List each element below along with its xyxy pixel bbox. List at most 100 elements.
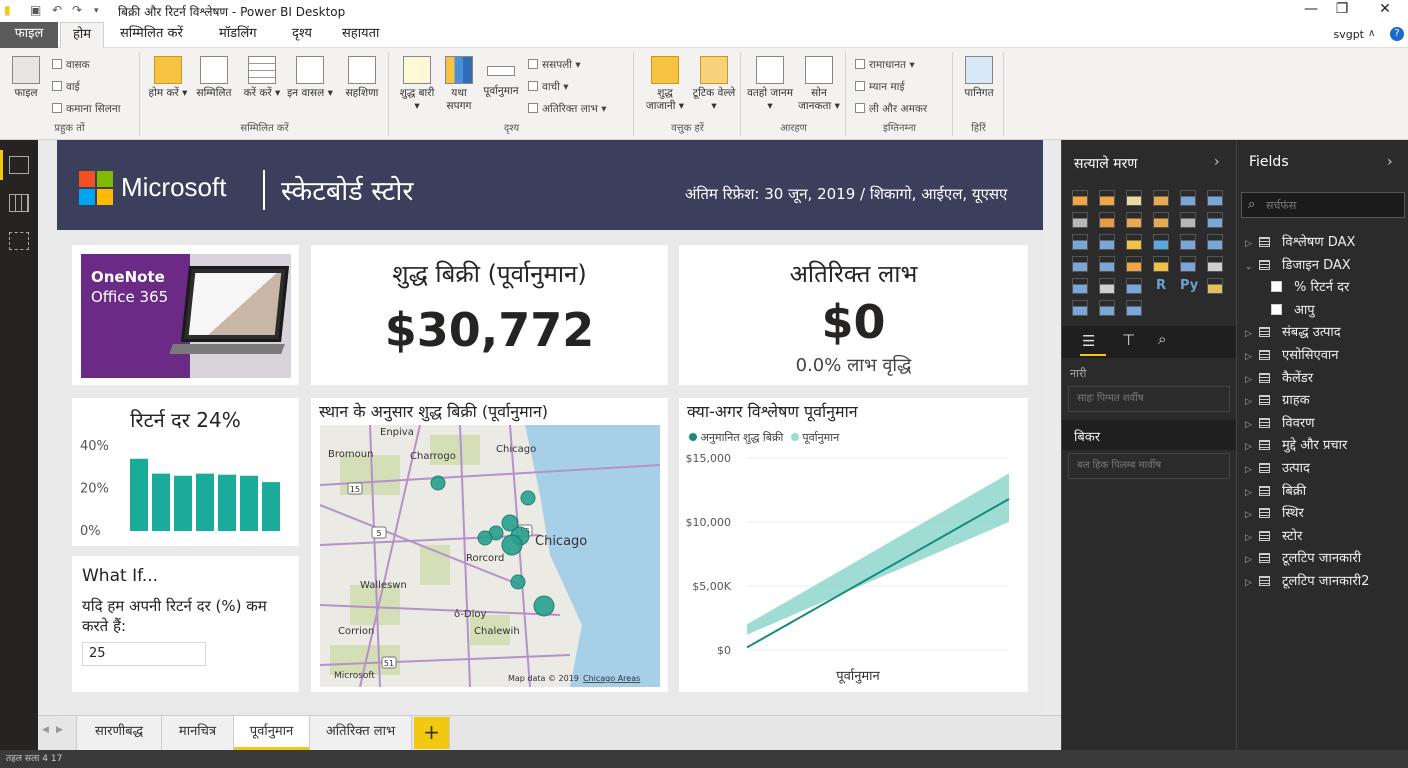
forecast-card[interactable]: क्या-अगर विश्लेषण पूर्वानुमान अनुमानित श… (679, 398, 1028, 692)
visual-type-icon[interactable] (1180, 212, 1196, 228)
get-data-button[interactable]: होम करें ▾ (147, 56, 189, 100)
tab-help[interactable]: सहायता (330, 22, 391, 48)
fields-search-box[interactable]: ⌕ (1241, 192, 1405, 218)
chevron-right-icon[interactable]: ▷ (1245, 465, 1259, 475)
chevron-right-icon[interactable]: ▷ (1245, 397, 1259, 407)
field-table-item[interactable]: ▷ उत्पाद (1245, 458, 1310, 476)
cut-button[interactable]: वासक (52, 58, 90, 72)
visual-type-icon[interactable] (1207, 234, 1223, 250)
tab-file[interactable]: फाइल (0, 22, 58, 48)
from-marketplace-button[interactable]: शुद्ध जाजानी ▾ (641, 56, 689, 113)
return-rate-input[interactable]: 25 (82, 642, 206, 666)
field-table-item[interactable]: ▷ मुद्दे और प्रचार (1245, 435, 1347, 453)
page-tab-map[interactable]: मानचित्र (162, 716, 234, 750)
new-measure-button[interactable]: सोन जानकता ▾ (794, 56, 844, 113)
edit-queries-button[interactable]: इन वासल ▾ (287, 56, 333, 100)
close-icon[interactable]: ✕ (1370, 1, 1400, 17)
chevron-right-icon[interactable]: ▷ (1245, 375, 1259, 385)
visual-type-icon[interactable] (1099, 278, 1115, 294)
visual-type-icon[interactable] (1072, 300, 1088, 316)
chevron-right-icon[interactable]: ▷ (1245, 510, 1259, 520)
collapse-ribbon-icon[interactable]: ∧ (1368, 28, 1375, 39)
kpi-net-sales-card[interactable]: शुद्ध बिक्री (पूर्वानुमान) $30,772 (311, 245, 668, 385)
kpi-profit-card[interactable]: अतिरिक्त लाभ $0 0.0% लाभ वृद्धि (679, 245, 1028, 385)
field-table-item[interactable]: ▷ टूलटिप जानकारी2 (1245, 571, 1369, 589)
chevron-right-icon[interactable]: ▷ (1245, 533, 1259, 543)
visual-type-icon[interactable] (1207, 278, 1223, 294)
enter-data-button[interactable]: करें करें ▾ (241, 56, 283, 100)
python-visual-icon[interactable]: Py (1180, 278, 1198, 294)
tab-view[interactable]: दृश्य (280, 22, 324, 48)
field-table-item[interactable]: ▷ विश्लेषण DAX (1245, 232, 1355, 250)
new-table-button[interactable]: ली और अमकर (855, 102, 927, 116)
model-view-icon[interactable] (9, 232, 29, 250)
values-drop-zone[interactable]: साहः पिग्मत शर्वीष (1068, 386, 1230, 412)
visual-type-icon[interactable] (1072, 278, 1088, 294)
chevron-right-icon[interactable]: ▷ (1245, 442, 1259, 452)
field-table-item[interactable]: ▷ बिक्री (1245, 481, 1306, 499)
field-table-item[interactable]: ⌄ डिजाइन DAX (1245, 255, 1351, 273)
visual-type-icon[interactable] (1126, 300, 1142, 316)
visual-type-icon[interactable] (1072, 256, 1088, 272)
shapes-button[interactable]: अतिरिक्त लाभ ▾ (528, 102, 607, 116)
chevron-right-icon[interactable]: ▷ (1245, 578, 1259, 588)
field-table-item[interactable]: ▷ स्थिर (1245, 503, 1304, 521)
field-item[interactable]: आपु (1257, 300, 1315, 318)
page-tab-tabular[interactable]: सारणीबद्ध (76, 716, 162, 750)
visual-type-icon[interactable] (1126, 278, 1142, 294)
visual-type-icon[interactable] (1099, 256, 1115, 272)
new-visual-button[interactable]: शुद्ध बारी ▾ (396, 56, 438, 113)
tab-home[interactable]: होम (60, 22, 105, 48)
minimize-icon[interactable]: — (1296, 1, 1326, 17)
tab-insert[interactable]: सम्मिलित करें (108, 22, 195, 48)
visual-type-icon[interactable] (1207, 212, 1223, 228)
sales-map[interactable]: Enpiva Bromoun Charrogo Chicago Chicago Rorco… (320, 425, 660, 687)
r-visual-icon[interactable]: R (1153, 278, 1169, 294)
save-icon[interactable]: ▣ (30, 3, 41, 17)
add-page-button[interactable]: + (414, 717, 450, 749)
checkbox[interactable] (1271, 303, 1282, 315)
tab-modeling[interactable]: मॉडलिंग (207, 22, 269, 48)
collapse-visualizations-icon[interactable]: › (1214, 154, 1220, 170)
visual-type-icon[interactable] (1126, 212, 1142, 228)
help-icon[interactable]: ? (1390, 27, 1404, 41)
visual-type-icon[interactable] (1153, 256, 1169, 272)
report-view-icon[interactable] (9, 156, 29, 174)
format-painter-button[interactable]: कमाना सिलना (52, 102, 120, 116)
tabs-scroll-left-icon[interactable]: ◀ (42, 725, 49, 735)
manage-relationships-button[interactable]: वतहो जानम ▾ (746, 56, 794, 113)
from-file-button[interactable]: टूटिक वेल्ले ▾ (691, 56, 737, 113)
image-button[interactable]: वाची ▾ (528, 80, 569, 94)
copy-button[interactable]: वाई (52, 80, 80, 94)
return-rate-card[interactable]: रिटर्न दर 24% 40% 20% 0% (72, 398, 299, 546)
visual-type-icon[interactable] (1207, 256, 1223, 272)
redo-icon[interactable]: ↷ (72, 3, 82, 17)
analytics-magnifier-icon[interactable]: ⌕ (1158, 330, 1166, 348)
field-table-item[interactable]: ▷ एसोसिएवान (1245, 345, 1339, 363)
chevron-right-icon[interactable]: ▷ (1245, 555, 1259, 565)
page-tab-additional-profit[interactable]: अतिरिक्त लाभ (310, 716, 412, 750)
visual-type-icon[interactable] (1072, 190, 1088, 206)
checkbox[interactable] (1271, 281, 1282, 293)
fields-search-input[interactable] (1266, 196, 1396, 214)
forecast-button[interactable]: पूर्वानुमान (478, 56, 524, 98)
undo-icon[interactable]: ↶ (52, 3, 62, 17)
visual-type-icon[interactable] (1126, 256, 1142, 272)
recent-sources-button[interactable]: सम्मिलित (191, 56, 237, 100)
filters-drop-zone[interactable]: बल हिक पिलम्ब मार्वीष (1068, 453, 1230, 479)
publish-button[interactable]: पानिगत (958, 56, 1000, 100)
visual-type-icon[interactable] (1180, 190, 1196, 206)
visual-type-icon[interactable] (1099, 234, 1115, 250)
field-table-item[interactable]: ▷ ग्राहक (1245, 390, 1310, 408)
visual-type-icon[interactable] (1072, 234, 1088, 250)
textbox-button[interactable]: ससपली ▾ (528, 58, 581, 72)
visual-type-icon[interactable] (1153, 234, 1169, 250)
field-table-item[interactable]: ▷ टूलटिप जानकारी (1245, 548, 1361, 566)
user-name[interactable]: svgpt (1333, 28, 1364, 41)
visual-type-icon[interactable] (1126, 234, 1142, 250)
visual-type-icon[interactable] (1072, 212, 1088, 228)
field-table-item[interactable]: ▷ कैलेंडर (1245, 368, 1313, 386)
chevron-right-icon[interactable]: ▷ (1245, 352, 1259, 362)
chevron-down-icon[interactable]: ⌄ (1245, 262, 1259, 272)
ask-question-button[interactable]: यथा सपगग (438, 56, 480, 113)
